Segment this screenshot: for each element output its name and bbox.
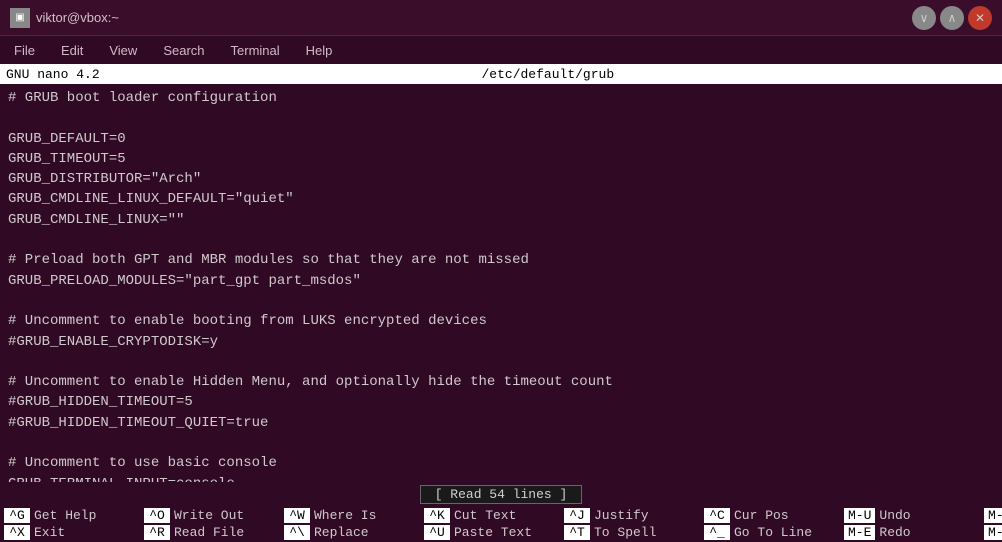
shortcut-undo: M-U Undo (844, 508, 984, 523)
shortcut-key-cut-text[interactable]: ^K (424, 508, 450, 523)
shortcut-write-out: ^O Write Out (144, 508, 284, 523)
shortcut-label-cut-text: Cut Text (454, 508, 516, 523)
shortcut-key-write-out[interactable]: ^O (144, 508, 170, 523)
menu-view[interactable]: View (101, 41, 145, 60)
close-button[interactable]: ✕ (968, 6, 992, 30)
terminal-icon: ▣ (10, 8, 30, 28)
shortcut-key-read-file[interactable]: ^R (144, 525, 170, 540)
nano-filename: /etc/default/grub (100, 67, 996, 82)
shortcut-key-mark-text[interactable]: M-A (984, 508, 1002, 523)
shortcut-key-go-to-line[interactable]: ^_ (704, 525, 730, 540)
shortcut-label-undo: Undo (879, 508, 910, 523)
shortcut-row-2: ^X Exit ^R Read File ^\ Replace ^U Paste… (0, 525, 1002, 540)
shortcut-exit: ^X Exit (4, 525, 144, 540)
shortcut-cur-pos: ^C Cur Pos (704, 508, 844, 523)
shortcut-key-cur-pos[interactable]: ^C (704, 508, 730, 523)
shortcut-mark-text: M-A Mark Text (984, 508, 1002, 523)
shortcut-redo: M-E Redo (844, 525, 984, 540)
maximize-button[interactable]: ∧ (940, 6, 964, 30)
menu-terminal[interactable]: Terminal (223, 41, 288, 60)
titlebar: ▣ viktor@vbox:~ ∨ ∧ ✕ (0, 0, 1002, 36)
shortcut-cut-text: ^K Cut Text (424, 508, 564, 523)
shortcut-label-go-to-line: Go To Line (734, 525, 812, 540)
shortcut-label-paste-text: Paste Text (454, 525, 532, 540)
statusbar: [ Read 54 lines ] (0, 482, 1002, 506)
shortcut-label-replace: Replace (314, 525, 369, 540)
shortcut-to-spell: ^T To Spell (564, 525, 704, 540)
menu-edit[interactable]: Edit (53, 41, 91, 60)
shortcut-label-redo: Redo (879, 525, 910, 540)
shortcut-label-write-out: Write Out (174, 508, 244, 523)
menubar: File Edit View Search Terminal Help (0, 36, 1002, 64)
shortcut-get-help: ^G Get Help (4, 508, 144, 523)
shortcut-key-get-help[interactable]: ^G (4, 508, 30, 523)
menu-file[interactable]: File (6, 41, 43, 60)
shortcut-label-exit: Exit (34, 525, 65, 540)
shortcut-key-paste-text[interactable]: ^U (424, 525, 450, 540)
titlebar-left: ▣ viktor@vbox:~ (10, 8, 119, 28)
shortcut-label-to-spell: To Spell (594, 525, 656, 540)
shortcut-key-justify[interactable]: ^J (564, 508, 590, 523)
window-controls: ∨ ∧ ✕ (912, 6, 992, 30)
titlebar-title: viktor@vbox:~ (36, 10, 119, 25)
shortcut-label-read-file: Read File (174, 525, 244, 540)
shortcut-paste-text: ^U Paste Text (424, 525, 564, 540)
shortcut-label-cur-pos: Cur Pos (734, 508, 789, 523)
shortcut-bars: ^G Get Help ^O Write Out ^W Where Is ^K … (0, 506, 1002, 542)
shortcut-key-to-spell[interactable]: ^T (564, 525, 590, 540)
shortcut-key-where-is[interactable]: ^W (284, 508, 310, 523)
menu-help[interactable]: Help (298, 41, 341, 60)
shortcut-key-redo[interactable]: M-E (844, 525, 875, 540)
shortcut-label-justify: Justify (594, 508, 649, 523)
shortcut-read-file: ^R Read File (144, 525, 284, 540)
shortcut-row-1: ^G Get Help ^O Write Out ^W Where Is ^K … (0, 508, 1002, 523)
shortcut-key-exit[interactable]: ^X (4, 525, 30, 540)
shortcut-key-replace[interactable]: ^\ (284, 525, 310, 540)
minimize-button[interactable]: ∨ (912, 6, 936, 30)
shortcut-key-copy-text[interactable]: M-6 (984, 525, 1002, 540)
nano-version: GNU nano 4.2 (6, 67, 100, 82)
shortcut-key-undo[interactable]: M-U (844, 508, 875, 523)
nano-infobar: GNU nano 4.2 /etc/default/grub (0, 64, 1002, 84)
status-message: [ Read 54 lines ] (420, 485, 583, 504)
shortcut-copy-text: M-6 Copy Text (984, 525, 1002, 540)
shortcut-justify: ^J Justify (564, 508, 704, 523)
shortcut-go-to-line: ^_ Go To Line (704, 525, 844, 540)
editor-area[interactable]: # GRUB boot loader configuration GRUB_DE… (0, 84, 1002, 482)
shortcut-label-where-is: Where Is (314, 508, 376, 523)
shortcut-where-is: ^W Where Is (284, 508, 424, 523)
shortcut-replace: ^\ Replace (284, 525, 424, 540)
shortcut-label-get-help: Get Help (34, 508, 96, 523)
menu-search[interactable]: Search (155, 41, 212, 60)
